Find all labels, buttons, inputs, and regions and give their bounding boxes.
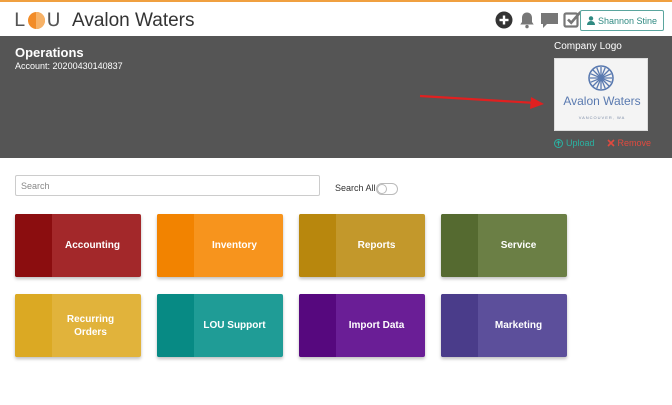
account-line: Account: 20200430140837 bbox=[15, 61, 123, 71]
tile-label: Service bbox=[500, 240, 537, 251]
tile-stripe bbox=[15, 294, 52, 357]
upload-icon bbox=[554, 138, 563, 148]
remove-label: Remove bbox=[617, 138, 652, 148]
tile-stripe bbox=[15, 214, 52, 277]
tile-label: Recurring Orders bbox=[66, 313, 115, 338]
account-number: 20200430140837 bbox=[52, 61, 123, 71]
tile-stripe bbox=[157, 294, 194, 357]
tile-marketing[interactable]: Marketing bbox=[441, 294, 567, 357]
tile-label: Import Data bbox=[348, 320, 405, 331]
user-menu-button[interactable]: Shannon Stine bbox=[579, 10, 664, 31]
upload-button[interactable]: Upload bbox=[554, 138, 595, 148]
tile-accounting[interactable]: Accounting bbox=[15, 214, 141, 277]
top-bar: L U Avalon Waters Shannon Stine bbox=[0, 0, 672, 36]
account-header: Operations Account: 20200430140837 Compa… bbox=[0, 36, 672, 158]
tile-inventory[interactable]: Inventory bbox=[157, 214, 283, 277]
account-label: Account: bbox=[15, 61, 51, 71]
tile-reports[interactable]: Reports bbox=[299, 214, 425, 277]
search-input[interactable] bbox=[15, 175, 320, 196]
bell-icon[interactable] bbox=[517, 10, 536, 29]
remove-x-icon bbox=[606, 139, 615, 147]
tile-service[interactable]: Service bbox=[441, 214, 567, 277]
tile-import-data[interactable]: Import Data bbox=[299, 294, 425, 357]
user-icon bbox=[586, 16, 595, 25]
logo-company-location: VANCOUVER, WA bbox=[578, 115, 626, 120]
company-logo-label: Company Logo bbox=[554, 41, 622, 52]
logo-actions: Upload Remove bbox=[554, 138, 651, 148]
tile-stripe bbox=[299, 214, 336, 277]
remove-button[interactable]: Remove bbox=[606, 138, 652, 148]
logo-letter-l: L bbox=[14, 9, 26, 31]
top-icon-group bbox=[494, 10, 582, 29]
chat-icon[interactable] bbox=[540, 10, 559, 29]
logo-letter-u: U bbox=[46, 9, 62, 31]
logo-wheel-icon bbox=[588, 65, 614, 91]
page-title: Operations bbox=[15, 45, 84, 60]
app-title: Avalon Waters bbox=[72, 10, 195, 31]
tile-label: Marketing bbox=[494, 320, 543, 331]
upload-label: Upload bbox=[566, 138, 595, 148]
search-all-label: Search All bbox=[335, 183, 376, 193]
tile-label: Inventory bbox=[211, 240, 257, 251]
company-logo-image: Avalon Waters VANCOUVER, WA bbox=[554, 58, 648, 131]
search-all-toggle[interactable] bbox=[376, 183, 398, 195]
tile-stripe bbox=[299, 294, 336, 357]
red-arrow-annotation bbox=[419, 94, 544, 109]
logo-o-icon bbox=[27, 11, 45, 29]
tile-recurring-orders[interactable]: Recurring Orders bbox=[15, 294, 141, 357]
tile-label: Accounting bbox=[65, 240, 120, 251]
lou-logo[interactable]: L U bbox=[14, 9, 62, 31]
tile-label: LOU Support bbox=[203, 320, 266, 331]
toggle-knob bbox=[377, 184, 387, 194]
tile-stripe bbox=[157, 214, 194, 277]
tile-lou-support[interactable]: LOU Support bbox=[157, 294, 283, 357]
tile-stripe bbox=[441, 214, 478, 277]
add-circle-icon[interactable] bbox=[494, 10, 513, 29]
user-name: Shannon Stine bbox=[597, 15, 657, 26]
tile-label: Reports bbox=[357, 240, 396, 251]
tile-stripe bbox=[441, 294, 478, 357]
logo-company-name: Avalon Waters bbox=[563, 94, 641, 108]
